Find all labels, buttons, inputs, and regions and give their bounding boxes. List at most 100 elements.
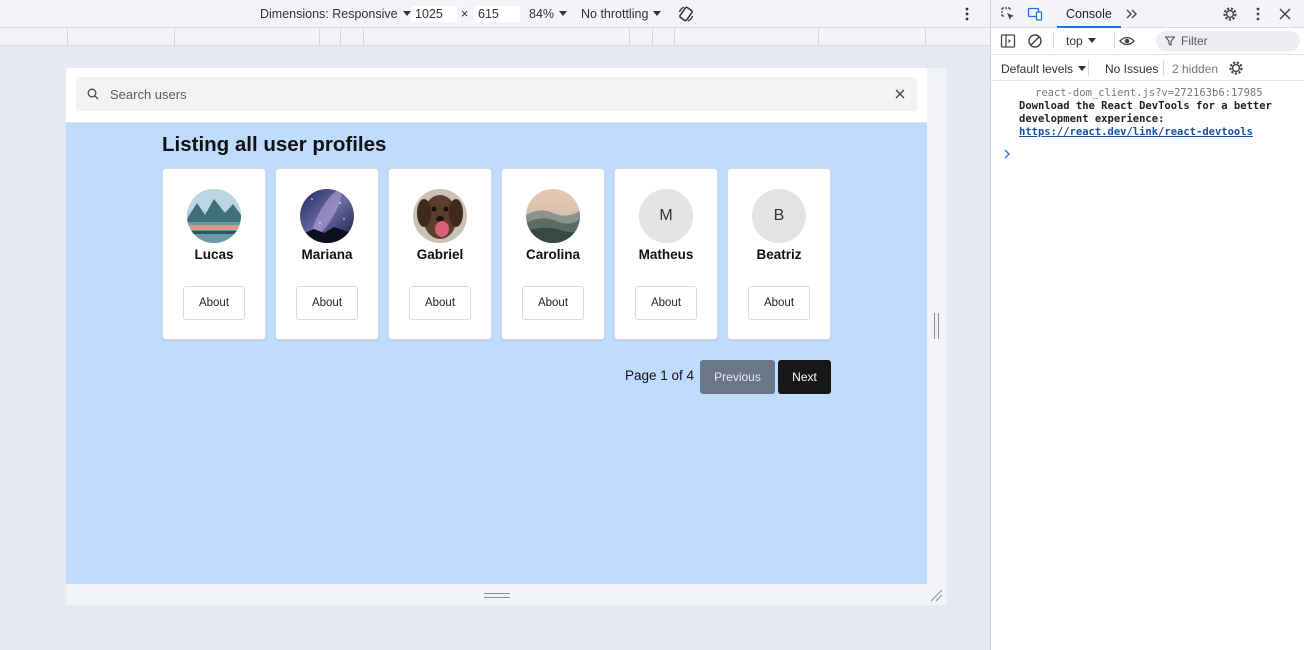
page-title: Listing all user profiles: [162, 133, 387, 156]
rotate-icon[interactable]: [677, 5, 695, 23]
more-options-icon[interactable]: [1250, 6, 1266, 22]
avatar: [300, 189, 354, 243]
ruler-tick: [674, 28, 675, 46]
filter-icon: [1165, 36, 1175, 46]
message-source-link[interactable]: react-dom_client.js?v=272163b6:17985: [1035, 87, 1263, 100]
avatar: B: [752, 189, 806, 243]
about-button[interactable]: About: [409, 286, 471, 320]
resize-handle-bottom[interactable]: [66, 584, 947, 605]
about-button[interactable]: About: [748, 286, 810, 320]
about-button[interactable]: About: [183, 286, 245, 320]
console-toolbar: top: [991, 28, 1304, 55]
chevron-down-icon: [1087, 38, 1096, 43]
avatar: [413, 189, 467, 243]
ruler-tick: [340, 28, 341, 46]
close-icon[interactable]: [1277, 6, 1293, 22]
levels-dropdown[interactable]: Default levels: [1001, 62, 1087, 76]
tab-console[interactable]: Console: [1057, 0, 1121, 28]
next-button[interactable]: Next: [778, 360, 831, 394]
user-name: Beatriz: [756, 247, 802, 262]
grip-icon: [484, 593, 510, 598]
chevron-right-icon[interactable]: [1003, 149, 1011, 159]
message-text: Download the React DevTools for a better…: [1019, 100, 1272, 125]
user-name: Carolina: [525, 247, 580, 262]
user-card: Carolina About: [501, 168, 605, 340]
user-card: Lucas About: [162, 168, 266, 340]
device-toggle-icon[interactable]: [1027, 6, 1043, 22]
search-box[interactable]: [76, 77, 917, 111]
pagination: Page 1 of 4 Previous Next: [66, 360, 927, 394]
context-label: top: [1066, 34, 1083, 48]
divider: [1163, 60, 1164, 76]
ruler-tick: [174, 28, 175, 46]
issues-button[interactable]: No Issues: [1105, 62, 1158, 76]
resize-corner-icon[interactable]: [929, 588, 943, 602]
search-input[interactable]: [110, 77, 880, 111]
gear-icon[interactable]: [1222, 6, 1238, 22]
device-emulation-area: Dimensions: Responsive × 84% No throttli…: [0, 0, 990, 650]
context-select[interactable]: top: [1066, 34, 1096, 48]
levels-label: Default levels: [1001, 62, 1074, 76]
hidden-count: 2 hidden: [1172, 62, 1219, 76]
dog-photo: [413, 189, 467, 243]
grip-icon: [934, 313, 939, 339]
dimensions-dropdown[interactable]: Dimensions: Responsive: [260, 7, 411, 21]
misty-hills-photo: [526, 189, 580, 243]
dimensions-label: Dimensions: Responsive: [260, 7, 398, 21]
close-icon[interactable]: [895, 89, 905, 99]
search-icon: [87, 88, 99, 100]
chevron-down-icon: [402, 11, 411, 16]
milky-way-night-photo: [300, 189, 354, 243]
media-query-ruler[interactable]: [0, 28, 990, 46]
user-card: Gabriel About: [388, 168, 492, 340]
divider: [1088, 60, 1089, 76]
user-name: Matheus: [638, 247, 694, 262]
divider: [1114, 33, 1115, 49]
width-input[interactable]: [411, 6, 457, 22]
lake-mountains-photo: [187, 189, 241, 243]
about-button[interactable]: About: [522, 286, 584, 320]
chevron-down-icon: [1078, 66, 1087, 71]
filter-input[interactable]: [1181, 31, 1291, 51]
user-card: M Matheus About: [614, 168, 718, 340]
search-header: [66, 68, 927, 123]
ruler-tick: [652, 28, 653, 46]
log-levels-bar: Default levels No Issues 2 hidden: [991, 55, 1304, 81]
ruler-tick: [67, 28, 68, 46]
user-name: Lucas: [194, 247, 234, 262]
gear-icon[interactable]: [1228, 60, 1244, 76]
devtools-tabbar: Console: [991, 0, 1304, 28]
ruler-tick: [925, 28, 926, 46]
user-card: Mariana About: [275, 168, 379, 340]
resize-handle-right[interactable]: [927, 68, 947, 584]
page-indicator: Page 1 of 4: [625, 368, 695, 383]
clear-console-icon[interactable]: [1027, 33, 1043, 49]
zoom-dropdown[interactable]: 84%: [529, 7, 568, 21]
zoom-label: 84%: [529, 7, 555, 21]
inspect-element-icon[interactable]: [1000, 6, 1016, 22]
times-sign: ×: [461, 7, 469, 21]
more-options-icon[interactable]: [964, 7, 970, 21]
react-devtools-link[interactable]: https://react.dev/link/react-devtools: [1019, 126, 1253, 139]
about-button[interactable]: About: [296, 286, 358, 320]
throttling-dropdown[interactable]: No throttling: [581, 7, 662, 21]
avatar: [187, 189, 241, 243]
user-card: B Beatriz About: [727, 168, 831, 340]
filter-box[interactable]: [1156, 31, 1300, 51]
previous-button[interactable]: Previous: [700, 360, 775, 394]
ruler-tick: [363, 28, 364, 46]
avatar: [526, 189, 580, 243]
sidebar-toggle-icon[interactable]: [1000, 33, 1016, 49]
page-viewport: Listing all user profiles Lucas About: [66, 68, 927, 584]
chevron-down-icon: [559, 11, 568, 16]
height-input[interactable]: [474, 6, 520, 22]
more-tabs-icon[interactable]: [1124, 6, 1140, 22]
avatar: M: [639, 189, 693, 243]
eye-icon[interactable]: [1119, 33, 1135, 49]
throttling-label: No throttling: [581, 7, 649, 21]
about-button[interactable]: About: [635, 286, 697, 320]
ruler-tick: [818, 28, 819, 46]
user-name: Gabriel: [416, 247, 464, 262]
device-toolbar: Dimensions: Responsive × 84% No throttli…: [0, 0, 990, 28]
devtools-panel: Console top Filter Default levels No Iss…: [990, 0, 1304, 650]
